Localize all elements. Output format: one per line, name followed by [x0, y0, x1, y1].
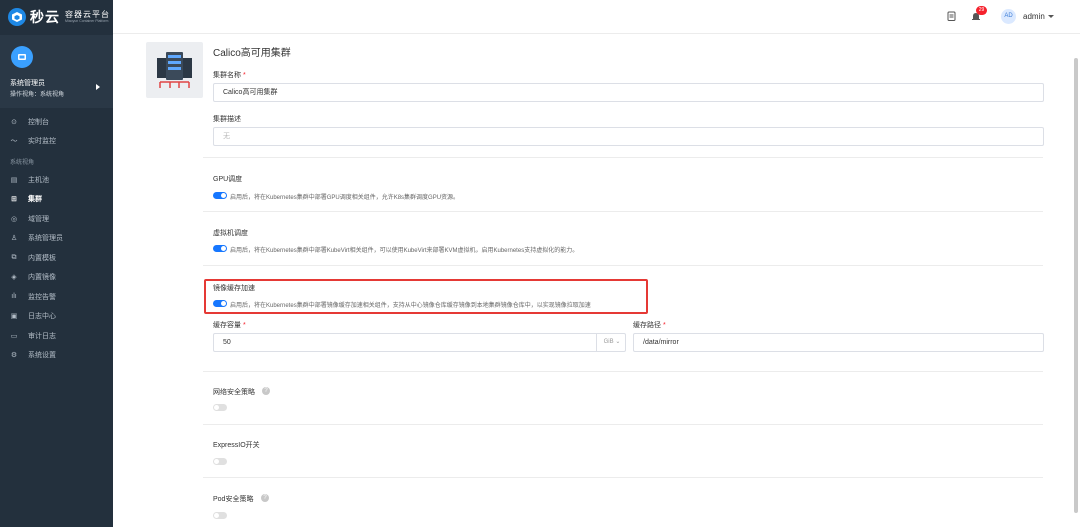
gpu-toggle[interactable] [213, 192, 227, 199]
cache-capacity-label: 缓存容量 * [213, 322, 246, 329]
divider [203, 157, 1043, 158]
cluster-icon: ⊞ [11, 195, 17, 203]
pod-policy-label: Pod安全策略 [213, 496, 254, 503]
gear-icon: ⚙ [10, 351, 18, 359]
cache-path-input[interactable]: /data/mirror [633, 333, 1044, 352]
sidebar-item-templates[interactable]: ⧉ 内置模板 [0, 249, 113, 266]
globe-icon: ◎ [10, 215, 18, 223]
server-icon: ▤ [10, 176, 18, 184]
network-policy-toggle[interactable] [213, 404, 227, 411]
gpu-label: GPU调度 [213, 176, 243, 183]
sidebar-item-label: 域管理 [28, 215, 49, 223]
sidebar-item-logs[interactable]: ▣ 日志中心 [0, 307, 113, 324]
sidebar-item-label: 系统设置 [28, 351, 56, 359]
divider [203, 424, 1043, 425]
pod-policy-toggle[interactable] [213, 512, 227, 519]
user-role: 操作视角：系统视角 [10, 92, 65, 98]
sidebar-item-label: 控制台 [28, 118, 49, 126]
page-title: Calico高可用集群 [213, 48, 291, 59]
bar-chart-icon: ılı [11, 293, 17, 300]
mirror-toggle[interactable] [213, 300, 227, 307]
username[interactable]: admin [1023, 12, 1045, 21]
sidebar-item-label: 日志中心 [28, 312, 56, 320]
logo-icon [8, 8, 26, 26]
pulse-icon: 〜 [10, 137, 18, 145]
cluster-desc-input[interactable]: 无 [213, 127, 1044, 146]
vm-label: 虚拟机调度 [213, 230, 248, 237]
user-name: 系统管理员 [10, 80, 45, 87]
template-icon: ⧉ [11, 253, 17, 261]
sidebar-item-admins[interactable]: ♙ 系统管理员 [0, 229, 113, 246]
sidebar-item-label: 审计日志 [28, 332, 56, 340]
sidebar-item-label: 实时监控 [28, 137, 56, 145]
sidebar-item-domains[interactable]: ◎ 域管理 [0, 210, 113, 227]
mirror-description: 启用后，将在Kubernetes集群中部署镜像缓存加速相关组件，支持从中心镜像仓… [230, 303, 591, 309]
app-logo[interactable]: 秒云 容器云平台 Miaoyun Container Platform [8, 6, 110, 28]
vm-description: 启用后，将在Kubernetes集群中部署KubeVirt相关组件，可以使用Ku… [230, 248, 579, 254]
network-policy-label: 网络安全策略 [213, 389, 255, 396]
cluster-name-label: 集群名称 * [213, 72, 246, 79]
sidebar-item-label: 集群 [28, 195, 42, 203]
user-avatar-icon [11, 46, 33, 68]
log-icon: ▣ [10, 312, 18, 320]
sidebar-item-label: 内置镜像 [28, 273, 56, 281]
scrollbar[interactable] [1074, 58, 1078, 513]
divider [203, 265, 1043, 266]
divider [203, 211, 1043, 212]
notification-badge: 29 [976, 6, 987, 15]
expressio-label: ExpressIO开关 [213, 442, 260, 449]
logo-subtitle: 容器云平台 [65, 10, 110, 19]
logo-name: 秒云 [30, 9, 60, 25]
sidebar-item-cluster[interactable]: ⊞ 集群 [0, 190, 113, 207]
dashboard-icon: ⊙ [11, 118, 17, 126]
sidebar-item-console[interactable]: ⊙ 控制台 [0, 113, 113, 130]
topbar: 29 AD admin [113, 0, 1080, 34]
cluster-desc-label: 集群描述 [213, 116, 241, 123]
sidebar-item-label: 主机池 [28, 176, 49, 184]
help-icon[interactable]: ? [262, 387, 270, 395]
divider [203, 477, 1043, 478]
cache-path-label: 缓存路径 * [633, 322, 666, 329]
vm-toggle[interactable] [213, 245, 227, 252]
logo-subtitle-en: Miaoyun Container Platform [65, 19, 109, 23]
sidebar-group-label: 系统视角 [10, 160, 35, 166]
sidebar-item-hosts[interactable]: ▤ 主机池 [0, 171, 113, 188]
sidebar-item-label: 监控告警 [28, 293, 56, 301]
sidebar-item-label: 内置模板 [28, 254, 56, 262]
help-icon[interactable]: ? [261, 494, 269, 502]
sidebar-item-audit[interactable]: ▭ 审计日志 [0, 327, 113, 344]
mirror-label: 镜像缓存加速 [213, 285, 255, 292]
gpu-description: 启用后，将在Kubernetes集群中部署GPU调度相关组件，允许K8s集群调度… [230, 195, 460, 201]
sidebar: 秒云 容器云平台 Miaoyun Container Platform 系统管理… [0, 0, 113, 527]
chevron-right-icon[interactable] [96, 84, 100, 90]
expressio-toggle[interactable] [213, 458, 227, 465]
divider [203, 371, 1043, 372]
audit-icon: ▭ [10, 332, 18, 340]
cache-capacity-input[interactable]: 50 [213, 333, 626, 352]
sidebar-item-settings[interactable]: ⚙ 系统设置 [0, 346, 113, 363]
cluster-image [146, 42, 203, 98]
sidebar-item-label: 系统管理员 [28, 234, 63, 242]
image-icon: ◈ [11, 273, 17, 281]
clipboard-icon[interactable] [947, 11, 956, 24]
avatar[interactable]: AD [1001, 9, 1016, 24]
capacity-unit-select[interactable]: GiB ⌄ [596, 333, 627, 352]
caret-down-icon[interactable] [1048, 15, 1054, 18]
sidebar-item-images[interactable]: ◈ 内置镜像 [0, 268, 113, 285]
sidebar-item-alerts[interactable]: ılı 监控告警 [0, 288, 113, 305]
user-panel[interactable]: 系统管理员 操作视角：系统视角 [0, 35, 113, 108]
cluster-name-input[interactable]: Calico高可用集群 [213, 83, 1044, 102]
user-icon: ♙ [10, 234, 18, 242]
sidebar-item-monitor[interactable]: 〜 实时监控 [0, 132, 113, 149]
